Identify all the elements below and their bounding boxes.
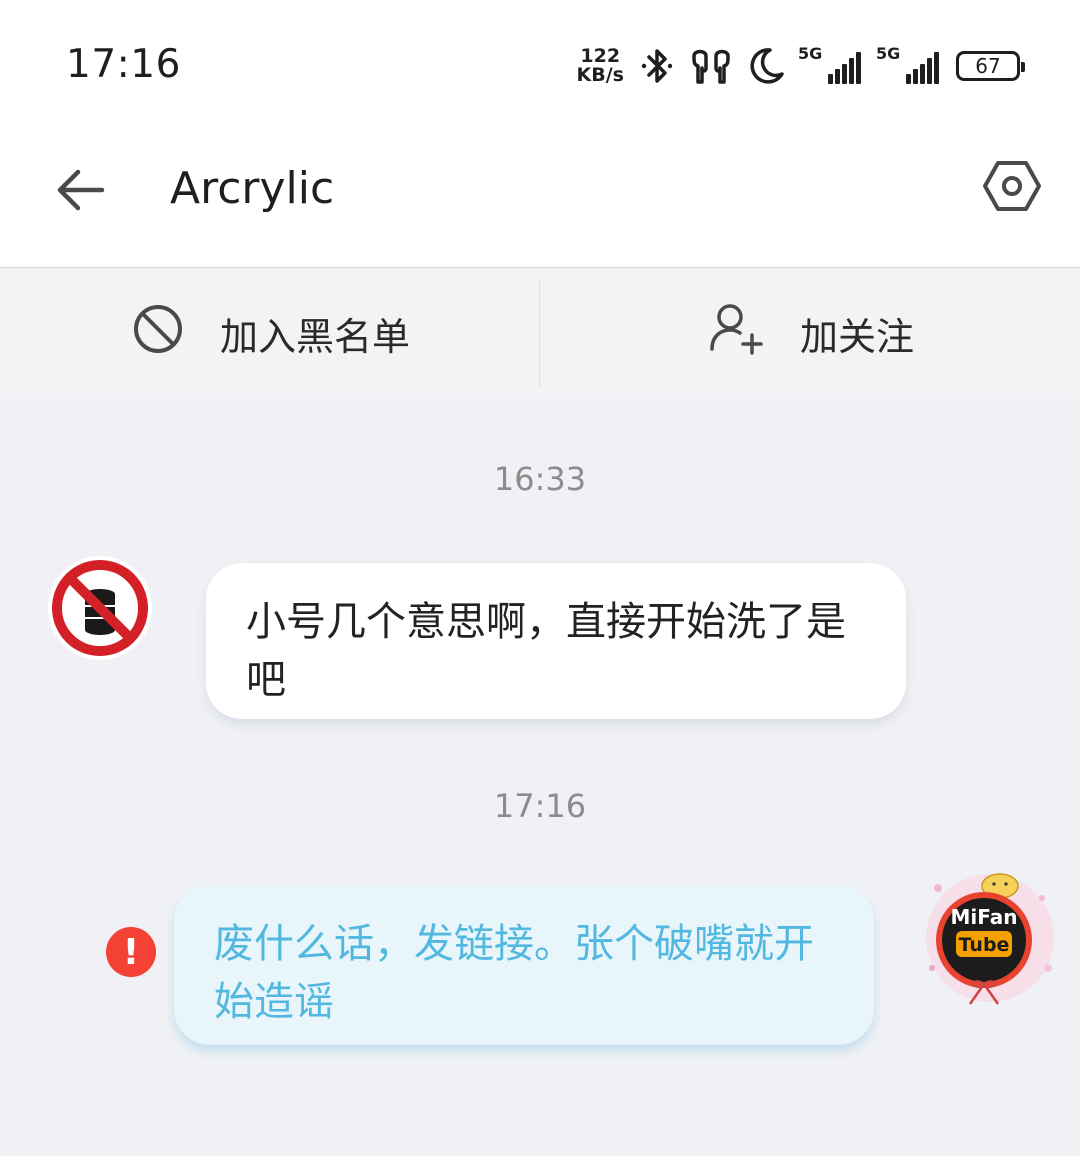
message-text: 小号几个意思啊，直接开始洗了是吧 (246, 599, 846, 703)
avatar-text-tube: Tube (959, 934, 1010, 956)
message-text: 废什么话，发链接。张个破嘴就开始造谣 (214, 921, 814, 1025)
back-button[interactable] (48, 160, 112, 224)
bluetooth-icon (640, 46, 674, 86)
message-timestamp: 17:16 (493, 787, 587, 825)
avatar-text-mifan: MiFan (951, 905, 1018, 929)
network-speed-unit: KB/s (576, 64, 624, 86)
page-title: Arcrylic (170, 163, 335, 214)
no-barrel-avatar-icon (50, 558, 150, 658)
battery-level: 67 (975, 54, 1001, 78)
follow-label: 加关注 (800, 314, 915, 359)
my-avatar[interactable]: MiFan Tube (912, 858, 1060, 1016)
action-bar: 加入黑名单 加关注 (0, 269, 1080, 397)
add-user-icon (708, 303, 764, 364)
moon-icon (748, 46, 784, 86)
battery-icon: 67 (956, 51, 1025, 81)
network-speed: 122 KB/s (577, 47, 624, 85)
send-failed-icon[interactable]: ! (106, 927, 156, 977)
sender-avatar[interactable] (48, 556, 152, 660)
status-icons: 122 KB/s 5G 5G 67 (577, 40, 1025, 92)
follow-button[interactable]: 加关注 (708, 269, 914, 397)
back-arrow-icon (54, 168, 106, 216)
signal-icon: 5G (798, 44, 862, 84)
action-divider (539, 281, 540, 387)
blacklist-label: 加入黑名单 (220, 314, 411, 359)
settings-hexagon-icon (983, 160, 1041, 216)
status-bar: 17:16 122 KB/s 5G 5G 67 (0, 0, 1080, 130)
chat-header: Arcrylic (0, 130, 1080, 268)
earbuds-icon (690, 46, 732, 86)
block-icon (132, 303, 184, 364)
status-time: 17:16 (66, 42, 181, 87)
blacklist-button[interactable]: 加入黑名单 (132, 269, 410, 397)
signal-icon: 5G (876, 44, 940, 84)
chat-screen: 17:16 122 KB/s 5G 5G 67 Arcrylic 加入黑名单 加… (0, 0, 1080, 1156)
message-timestamp: 16:33 (493, 460, 587, 498)
outgoing-message-bubble[interactable]: 废什么话，发链接。张个破嘴就开始造谣 (174, 885, 874, 1045)
settings-button[interactable] (980, 156, 1044, 220)
signal-label: 5G (876, 44, 901, 63)
incoming-message-bubble[interactable]: 小号几个意思啊，直接开始洗了是吧 (206, 563, 906, 719)
signal-label: 5G (798, 44, 823, 63)
mifan-tube-avatar-icon: MiFan Tube (926, 873, 1054, 1005)
